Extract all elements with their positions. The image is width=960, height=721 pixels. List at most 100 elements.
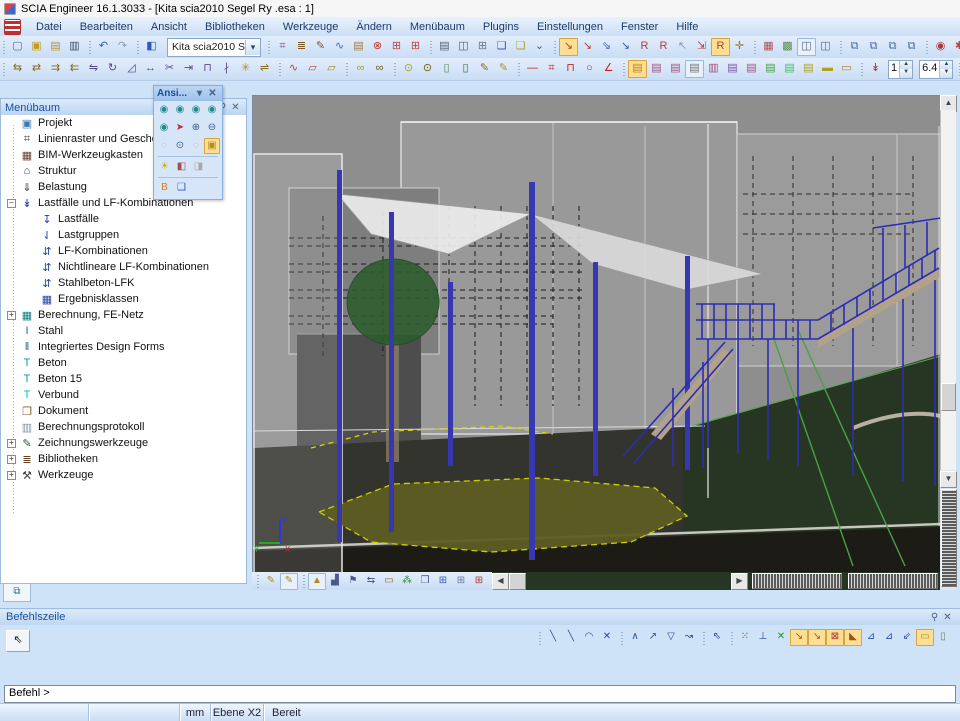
tree-item-stahl[interactable]: IStahl — [1, 323, 246, 339]
close-icon[interactable]: ✕ — [941, 612, 954, 623]
viewport-3d[interactable]: Z Y X — [252, 95, 942, 574]
select-r1-icon[interactable]: R — [635, 38, 654, 56]
chain-icon[interactable]: ∞ — [351, 60, 370, 78]
fe-mesh-display-icon[interactable]: ⁂ — [398, 573, 416, 590]
beam-render-7-icon[interactable]: ▤ — [742, 60, 761, 78]
extend-icon[interactable]: ⇥ — [179, 60, 198, 78]
beam-render-1-icon[interactable]: ▤ — [628, 60, 647, 78]
cursor-mode-button[interactable]: ⇖ — [6, 630, 30, 652]
close-all-windows-icon[interactable]: ⧉ — [902, 38, 921, 56]
paste-properties-icon[interactable]: ▯ — [456, 60, 475, 78]
beam-render-8-icon[interactable]: ▤ — [761, 60, 780, 78]
search-icon[interactable]: ⊙ — [399, 60, 418, 78]
spinner-arrows[interactable]: ▲▼ — [939, 61, 952, 78]
print-preview-icon[interactable]: ◫ — [454, 38, 473, 56]
table-results-icon[interactable]: ⊞ — [387, 38, 406, 56]
trim-icon[interactable]: ✂ — [160, 60, 179, 78]
select-circle-icon[interactable]: ↘ — [616, 38, 635, 56]
tree-item-stahlbeton-lfk[interactable]: ⇵Stahlbeton-LFK — [1, 275, 246, 291]
view-perspective-icon[interactable]: ◉ — [156, 120, 172, 136]
picture-icon[interactable]: ▦ — [759, 38, 778, 56]
print-icon[interactable]: ▤ — [435, 38, 454, 56]
cleaner-icon[interactable]: ❏ — [511, 38, 530, 56]
explode-icon[interactable]: ✳ — [236, 60, 255, 78]
tree-item-nichtlineare-lf-kombinationen[interactable]: ⇵Nichtlineare LF-Kombinationen — [1, 259, 246, 275]
scroll-right-button[interactable]: ▶ — [731, 573, 748, 590]
snap-line-icon[interactable]: ╲ — [544, 629, 562, 646]
snap-intersection-icon[interactable]: ✕ — [772, 629, 790, 646]
palette-header[interactable]: Ansi... ▾ ✕ — [154, 86, 222, 101]
walk-mode-icon[interactable]: ➤ — [172, 120, 188, 136]
menu-ansicht[interactable]: Ansicht — [142, 18, 196, 36]
vertical-scrollbar[interactable]: ▲ ▼ — [940, 95, 956, 590]
view-y-icon[interactable]: ◉ — [172, 102, 188, 118]
tree-item-ergebnisklassen[interactable]: ▦Ergebnisklassen — [1, 291, 246, 307]
zoom-all-icon[interactable]: ⊙ — [172, 138, 188, 154]
menu-aendern[interactable]: Ändern — [347, 18, 400, 36]
layers-icon[interactable]: ≣ — [292, 38, 311, 56]
tree-expander-plus[interactable]: + — [7, 311, 16, 320]
beam-render-3-icon[interactable]: ▤ — [666, 60, 685, 78]
zoom-window-icon[interactable]: ◌ — [156, 138, 172, 154]
viewport-3d-scene[interactable]: Z Y X — [253, 96, 941, 573]
rotate-icon[interactable]: ↻ — [103, 60, 122, 78]
tree-item-integriertes-design-forms[interactable]: ‖Integriertes Design Forms — [1, 339, 246, 355]
camera-restore-icon[interactable]: ◨ — [190, 159, 207, 175]
draw-bracket-icon[interactable]: ⊓ — [561, 60, 580, 78]
tree-item-zeichnungswerkzeuge[interactable]: +✎Zeichnungswerkzeuge — [1, 435, 246, 451]
scroll-down-button[interactable]: ▼ — [940, 471, 957, 488]
beam-render-5-icon[interactable]: ▥ — [704, 60, 723, 78]
chain2-icon[interactable]: ∞ — [370, 60, 389, 78]
view-z-icon[interactable]: ◉ — [188, 102, 204, 118]
stretch-icon[interactable]: ↔ — [141, 60, 160, 78]
zoom-in-icon[interactable]: ⊕ — [188, 120, 204, 136]
snap-columns-icon[interactable]: ▯ — [934, 629, 952, 646]
menu-hilfe[interactable]: Hilfe — [667, 18, 707, 36]
menu-bibliotheken[interactable]: Bibliotheken — [196, 18, 274, 36]
tree-item-lastf-lle[interactable]: ↧Lastfälle — [1, 211, 246, 227]
light-icon[interactable]: ☀ — [156, 159, 173, 175]
draw-grid-icon[interactable]: ⌗ — [542, 60, 561, 78]
load-scale-spinner[interactable]: 6.4 ▲▼ — [919, 60, 953, 79]
table-display3-icon[interactable]: ⊞ — [470, 573, 488, 590]
select-previous-icon[interactable]: ↖ — [673, 38, 692, 56]
menu-plugins[interactable]: Plugins — [474, 18, 528, 36]
horizontal-scrollbar-thumb[interactable] — [848, 573, 938, 589]
select-working-plane-icon[interactable]: ✛ — [730, 38, 749, 56]
menu-einstellungen[interactable]: Einstellungen — [528, 18, 612, 36]
table-input-icon[interactable]: ⊞ — [406, 38, 425, 56]
beam-render-2-icon[interactable]: ▤ — [647, 60, 666, 78]
vertical-scrollbar-track[interactable] — [940, 110, 956, 470]
view-cube-icon[interactable]: ❑ — [173, 180, 190, 196]
deselect-all-icon[interactable]: ⇲ — [692, 38, 711, 56]
picture-gallery-icon[interactable]: ▩ — [778, 38, 797, 56]
vertical-scrollbar-thumb[interactable] — [941, 383, 956, 411]
search-next-icon[interactable]: ⊙ — [418, 60, 437, 78]
project-browser-icon[interactable]: ◧ — [142, 38, 161, 56]
tree-expander-minus[interactable]: − — [7, 199, 16, 208]
copy-properties-icon[interactable]: ▯ — [437, 60, 456, 78]
render-toggle-icon[interactable]: ◫ — [797, 38, 816, 56]
snap-curve-icon[interactable]: ↝ — [680, 629, 698, 646]
select-single-icon[interactable]: ↘ — [559, 38, 578, 56]
snap-arc-icon[interactable]: ◠ — [580, 629, 598, 646]
cursor-snap-icon[interactable]: ⇖ — [708, 629, 726, 646]
tree-item-verbund[interactable]: TVerbund — [1, 387, 246, 403]
select-rect-icon[interactable]: ⇘ — [597, 38, 616, 56]
snap-delete-icon[interactable]: ✕ — [598, 629, 616, 646]
redo-icon[interactable]: ↷ — [113, 38, 132, 56]
camera-store-icon[interactable]: ◧ — [173, 159, 190, 175]
tree-item-berechnungsprotokoll[interactable]: ▥Berechnungsprotokoll — [1, 419, 246, 435]
move-element-icon[interactable]: ⇉ — [46, 60, 65, 78]
cascade-window-icon[interactable]: ⧉ — [845, 38, 864, 56]
tree-item-beton-15[interactable]: TBeton 15 — [1, 371, 246, 387]
zoom-selection-icon[interactable]: ◌ — [188, 138, 204, 154]
snap-surface-icon[interactable]: ▽ — [662, 629, 680, 646]
beam-render-11-icon[interactable]: ▬ — [818, 60, 837, 78]
bim-toolbox-icon[interactable]: ⌗ — [273, 38, 292, 56]
snap-ruler-icon[interactable]: ▭ — [916, 629, 934, 646]
tile-horizontal-icon[interactable]: ⧉ — [883, 38, 902, 56]
tree-item-beton[interactable]: TBeton — [1, 355, 246, 371]
toolbar-overflow-icon[interactable]: ⌄ — [530, 38, 549, 56]
tree-expander-plus[interactable]: + — [7, 455, 16, 464]
